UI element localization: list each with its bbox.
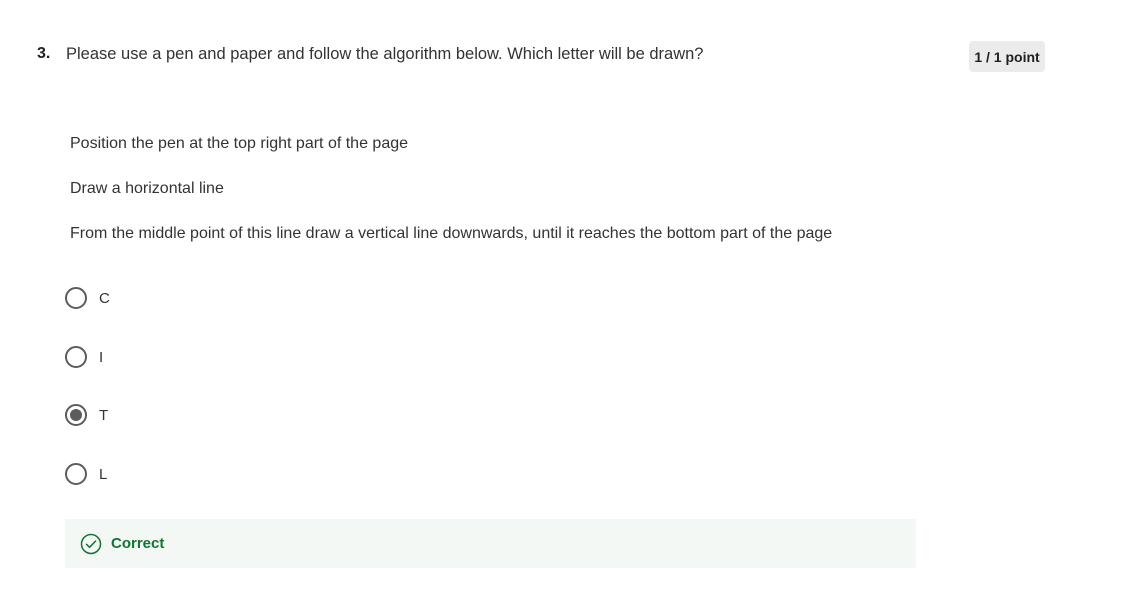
option-l[interactable]: L: [65, 462, 107, 486]
option-label: L: [99, 465, 108, 483]
radio-button-icon[interactable]: [65, 287, 87, 309]
question-text: Please use a pen and paper and follow th…: [66, 45, 704, 63]
option-label: C: [99, 289, 110, 307]
algorithm-step-2: Draw a horizontal line: [70, 180, 224, 197]
radio-button-icon[interactable]: [65, 346, 87, 368]
question-number: 3.: [37, 45, 51, 62]
option-label: I: [99, 348, 104, 366]
feedback-banner: Correct: [65, 519, 916, 568]
radio-button-selected-icon[interactable]: [65, 404, 87, 426]
algorithm-step-1: Position the pen at the top right part o…: [70, 135, 409, 152]
feedback-label: Correct: [111, 535, 165, 552]
radio-button-icon[interactable]: [65, 463, 87, 485]
option-label: T: [99, 406, 109, 424]
option-i[interactable]: I: [65, 345, 103, 369]
score-badge: 1 / 1 point: [969, 41, 1045, 72]
option-t[interactable]: T: [65, 403, 108, 427]
algorithm-step-3: From the middle point of this line draw …: [70, 225, 833, 242]
option-c[interactable]: C: [65, 286, 110, 310]
check-circle-icon: [80, 533, 102, 555]
